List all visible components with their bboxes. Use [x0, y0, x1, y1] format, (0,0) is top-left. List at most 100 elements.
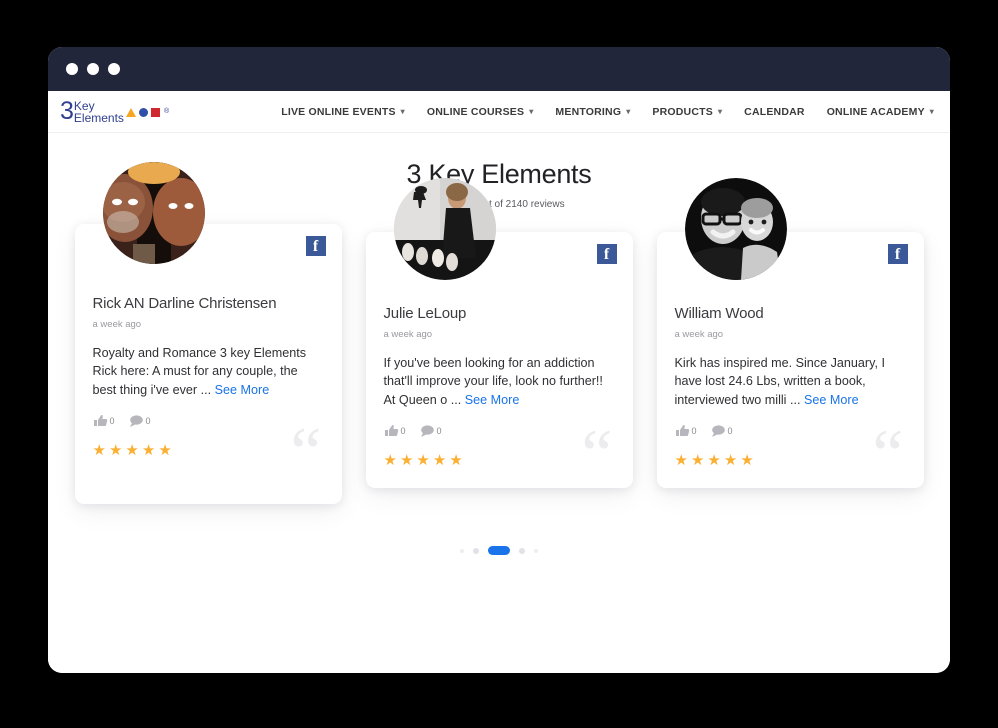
- pagination-dot[interactable]: [460, 548, 464, 553]
- pagination-dot[interactable]: [534, 548, 538, 553]
- nav-item-online-courses[interactable]: ONLINE COURSES ▾: [427, 106, 534, 118]
- see-more-link[interactable]: See More: [465, 393, 520, 407]
- triangle-icon: [125, 108, 136, 117]
- star-icon: ★: [432, 452, 447, 470]
- site-logo[interactable]: 3 Key Elements ®: [60, 99, 170, 125]
- nav-item-products[interactable]: PRODUCTS ▾: [652, 106, 722, 118]
- comment-bubble-icon: [129, 415, 143, 428]
- avatar-image: [684, 178, 787, 280]
- avatar-image: [102, 162, 205, 264]
- nav-label: ONLINE COURSES: [426, 105, 525, 118]
- chevron-down-icon: ▾: [717, 106, 723, 116]
- comment-count-value: 0: [145, 415, 151, 426]
- see-more-link[interactable]: See More: [804, 393, 859, 407]
- star-icon: ★: [158, 442, 172, 460]
- nav-label: CALENDAR: [744, 105, 805, 118]
- quote-mark-icon: “: [581, 416, 613, 494]
- window-titlebar: [48, 47, 950, 91]
- review-meta: 0 0: [675, 424, 906, 438]
- thumbs-up-icon: [93, 415, 107, 427]
- reviewer-name: Rick AN Darline Christensen: [92, 295, 277, 312]
- facebook-glyph: f: [603, 246, 610, 263]
- like-count-value: 0: [400, 425, 406, 436]
- see-more-link[interactable]: See More: [215, 383, 270, 397]
- star-icon: ★: [740, 452, 754, 470]
- review-body: Rick AN Darline Christensen a week ago R…: [93, 294, 324, 458]
- avatar-image: [393, 178, 496, 280]
- trademark-symbol: ®: [163, 108, 170, 115]
- comment-count[interactable]: 0: [711, 424, 733, 438]
- avatar: [393, 178, 496, 280]
- comment-bubble-icon: [420, 425, 434, 438]
- site-header: 3 Key Elements ® LIVE ONLINE EVENTS ▾ ON…: [48, 91, 950, 133]
- minimize-window-dot[interactable]: [87, 63, 99, 75]
- star-rating: ★ ★ ★ ★ ★: [93, 443, 324, 458]
- star-icon: ★: [690, 452, 705, 470]
- chevron-down-icon: ▾: [626, 106, 631, 116]
- facebook-glyph: f: [312, 238, 319, 255]
- review-text: Royalty and Romance 3 key Elements Rick …: [93, 344, 324, 401]
- review-body: Julie LeLoup a week ago If you've been l…: [384, 304, 615, 468]
- comment-count-value: 0: [436, 425, 442, 436]
- nav-item-calendar[interactable]: CALENDAR: [744, 106, 805, 118]
- star-icon: ★: [92, 442, 106, 460]
- review-card[interactable]: f Rick AN Darline Christensen a week ago…: [74, 162, 342, 505]
- review-meta: 0 0: [93, 414, 324, 428]
- like-count[interactable]: 0: [675, 424, 697, 437]
- star-icon: ★: [383, 452, 397, 470]
- screenshot-stage: 3 Key Elements ® LIVE ONLINE EVENTS ▾ ON…: [0, 0, 998, 728]
- maximize-window-dot[interactable]: [108, 63, 120, 75]
- browser-window: 3 Key Elements ® LIVE ONLINE EVENTS ▾ ON…: [48, 47, 950, 673]
- circle-icon: [138, 108, 148, 117]
- star-icon: ★: [723, 452, 738, 470]
- nav-label: ONLINE ACADEMY: [826, 105, 925, 118]
- nav-item-live-online-events[interactable]: LIVE ONLINE EVENTS ▾: [281, 106, 405, 118]
- review-text: If you've been looking for an addiction …: [384, 354, 615, 411]
- carousel-pagination: [48, 546, 950, 556]
- review-timestamp: a week ago: [674, 328, 724, 340]
- nav-item-online-academy[interactable]: ONLINE ACADEMY ▾: [827, 106, 934, 118]
- quote-mark-icon: “: [872, 416, 904, 494]
- pagination-dot[interactable]: [473, 547, 479, 554]
- comment-count[interactable]: 0: [420, 424, 442, 438]
- review-card[interactable]: f Julie LeLoup a week ago If you've been…: [365, 178, 633, 494]
- facebook-icon: f: [305, 236, 326, 256]
- nav-label: MENTORING: [555, 105, 622, 118]
- reviewer-name: Julie LeLoup: [383, 305, 467, 322]
- star-icon: ★: [449, 452, 463, 470]
- star-icon: ★: [674, 452, 688, 470]
- logo-word-elements: Elements: [73, 111, 124, 125]
- comment-count[interactable]: 0: [129, 414, 151, 428]
- chevron-down-icon: ▾: [529, 106, 534, 116]
- square-icon: [150, 108, 160, 117]
- comment-count-value: 0: [727, 425, 733, 436]
- pagination-dot[interactable]: [519, 547, 525, 554]
- like-count[interactable]: 0: [384, 424, 406, 437]
- logo-shapes: ®: [125, 108, 170, 117]
- chevron-down-icon: ▾: [929, 106, 934, 116]
- review-meta: 0 0: [384, 424, 615, 438]
- logo-wordmark: Key Elements: [73, 100, 124, 125]
- reviews-carousel: f Rick AN Darline Christensen a week ago…: [48, 162, 950, 505]
- review-text: Kirk has inspired me. Since January, I h…: [675, 354, 906, 411]
- reviewer-name: William Wood: [674, 305, 764, 322]
- nav-label: PRODUCTS: [652, 105, 713, 118]
- review-body: William Wood a week ago Kirk has inspire…: [675, 304, 906, 468]
- nav-item-mentoring[interactable]: MENTORING ▾: [555, 106, 630, 118]
- avatar: [684, 178, 787, 280]
- chevron-down-icon: ▾: [400, 106, 405, 116]
- quote-mark-icon: “: [290, 414, 322, 492]
- review-card[interactable]: f William Wood a week ago Kirk has inspi…: [656, 178, 924, 494]
- review-timestamp: a week ago: [92, 318, 142, 330]
- star-icon: ★: [108, 442, 123, 460]
- comment-bubble-icon: [711, 425, 725, 438]
- star-icon: ★: [141, 442, 156, 460]
- star-icon: ★: [707, 452, 721, 470]
- avatar: [102, 162, 205, 264]
- star-icon: ★: [416, 452, 430, 470]
- close-window-dot[interactable]: [66, 63, 78, 75]
- facebook-icon: f: [596, 244, 617, 264]
- pagination-dot-active[interactable]: [488, 546, 510, 556]
- like-count[interactable]: 0: [93, 414, 115, 427]
- review-text-body: Royalty and Romance 3 key Elements Rick …: [92, 345, 307, 398]
